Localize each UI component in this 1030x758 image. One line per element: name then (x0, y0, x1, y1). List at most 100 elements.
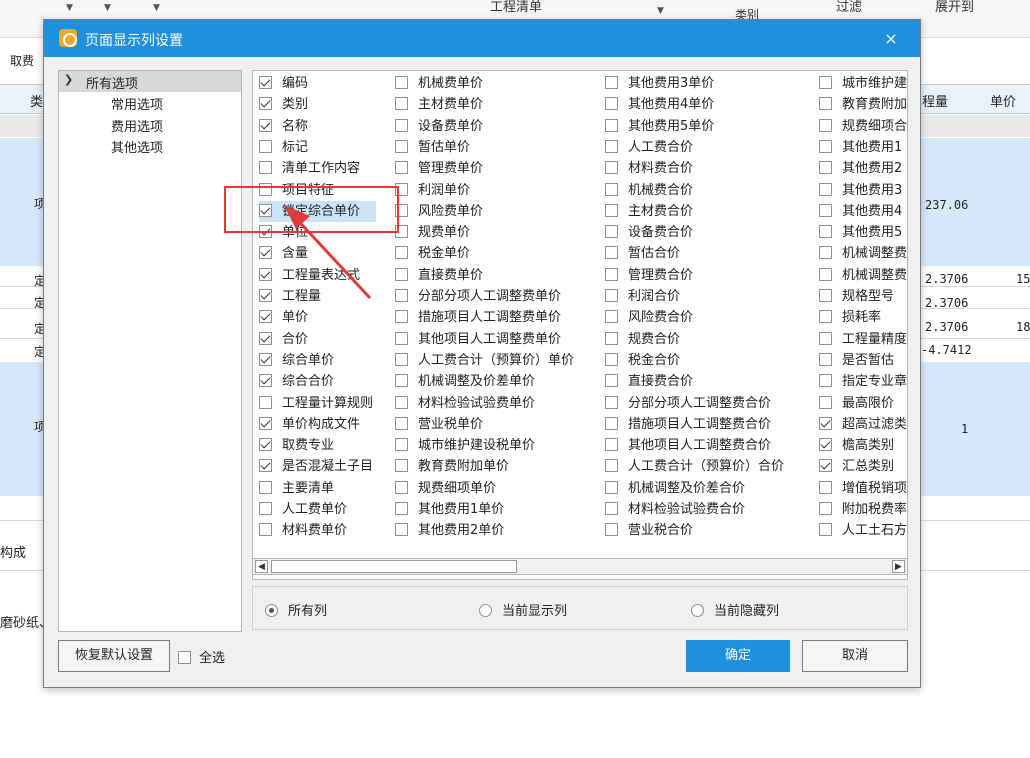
toolbar-item-filter[interactable]: 过滤 (836, 0, 862, 15)
dialog-titlebar[interactable]: 页面显示列设置 × (44, 20, 920, 57)
column-option[interactable]: 城市维护建 (819, 73, 907, 94)
column-option[interactable]: 利润单价 (395, 180, 470, 201)
column-option[interactable]: 超高过滤类 (819, 414, 907, 435)
column-option[interactable]: 人工费合计（预算价）合价 (605, 456, 784, 477)
column-option[interactable]: 分部分项人工调整费合价 (605, 393, 771, 414)
column-option[interactable]: 附加税费率 (819, 499, 907, 520)
column-option[interactable]: 其他费用2单价 (395, 520, 504, 541)
toolbar-item-bill[interactable]: 工程清单 (490, 0, 542, 15)
column-option[interactable]: 材料检验试验费单价 (395, 393, 535, 414)
tree-item-common[interactable]: 常用选项 (111, 94, 163, 113)
column-option[interactable]: 规费单价 (395, 222, 470, 243)
column-option[interactable]: 其他费用1 (819, 137, 902, 158)
column-option[interactable]: 教育费附加单价 (395, 456, 509, 477)
column-option[interactable]: 税金合价 (605, 350, 680, 371)
column-option[interactable]: 其他费用3单价 (605, 73, 714, 94)
tree-item-all[interactable]: ❯ 所有选项 (59, 71, 241, 92)
column-option[interactable]: 其他费用4单价 (605, 94, 714, 115)
column-option[interactable]: 机械费合价 (605, 180, 693, 201)
column-option[interactable]: 直接费合价 (605, 371, 693, 392)
dropdown-caret-icon[interactable]: ▼ (657, 6, 664, 16)
column-option[interactable]: 机械调整及价差单价 (395, 371, 535, 392)
column-option[interactable]: 工程量 (259, 286, 321, 307)
scroll-right-icon[interactable]: ▶ (892, 560, 905, 573)
column-option[interactable]: 材料费单价 (259, 520, 347, 541)
column-option[interactable]: 暂估单价 (395, 137, 470, 158)
column-option[interactable]: 风险费合价 (605, 307, 693, 328)
column-option[interactable]: 直接费单价 (395, 265, 483, 286)
column-option[interactable]: 材料检验试验费合价 (605, 499, 745, 520)
column-option[interactable]: 人工费单价 (259, 499, 347, 520)
column-option[interactable]: 工程量表达式 (259, 265, 360, 286)
column-option[interactable]: 措施项目人工调整费单价 (395, 307, 561, 328)
select-all-checkbox[interactable]: 全选 (178, 647, 225, 666)
column-option[interactable]: 管理费合价 (605, 265, 693, 286)
radio-all-columns[interactable]: 所有列 (265, 600, 327, 619)
column-option[interactable]: 管理费单价 (395, 158, 483, 179)
column-option[interactable]: 规格型号 (819, 286, 894, 307)
column-option[interactable]: 规费细项合 (819, 116, 907, 137)
column-option[interactable]: 利润合价 (605, 286, 680, 307)
ok-button[interactable]: 确定 (686, 640, 790, 672)
column-option[interactable]: 机械调整费 (819, 265, 907, 286)
column-option[interactable]: 主材费合价 (605, 201, 693, 222)
column-option[interactable]: 单价 (259, 307, 308, 328)
tree-item-fee[interactable]: 费用选项 (111, 116, 163, 135)
close-button[interactable]: × (876, 26, 906, 52)
column-option[interactable]: 城市维护建设税单价 (395, 435, 535, 456)
column-option[interactable]: 综合单价 (259, 350, 334, 371)
column-option[interactable]: 分部分项人工调整费单价 (395, 286, 561, 307)
scroll-left-icon[interactable]: ◀ (255, 560, 268, 573)
column-option[interactable]: 其他费用2 (819, 158, 902, 179)
dropdown-caret-icon[interactable]: ▼ (66, 3, 73, 13)
chevron-down-icon[interactable]: ❯ (64, 73, 73, 86)
column-option[interactable]: 工程量精度 (819, 329, 907, 350)
column-option[interactable]: 人工土石方 (819, 520, 907, 541)
column-option[interactable]: 税金单价 (395, 243, 470, 264)
column-option[interactable]: 主要清单 (259, 478, 334, 499)
column-option[interactable]: 损耗率 (819, 307, 881, 328)
column-option[interactable]: 其他费用3 (819, 180, 902, 201)
column-option[interactable]: 营业税单价 (395, 414, 483, 435)
column-option[interactable]: 其他费用5单价 (605, 116, 714, 137)
column-option[interactable]: 其他项目人工调整费合价 (605, 435, 771, 456)
column-option[interactable]: 规费细项单价 (395, 478, 496, 499)
toolbar-item-expand[interactable]: 展开到 (935, 0, 974, 15)
radio-visible-columns[interactable]: 当前显示列 (479, 600, 567, 619)
column-option[interactable]: 单位 (259, 222, 308, 243)
horizontal-scrollbar[interactable]: ◀ ▶ (252, 558, 908, 575)
column-option[interactable]: 是否混凝土子目 (259, 456, 373, 477)
column-option[interactable]: 含量 (259, 243, 308, 264)
scroll-thumb[interactable] (271, 560, 517, 573)
column-option[interactable]: 汇总类别 (819, 456, 894, 477)
column-option[interactable]: 工程量计算规则 (259, 393, 373, 414)
dropdown-caret-icon[interactable]: ▼ (104, 3, 111, 13)
column-option[interactable]: 锁定综合单价 (259, 200, 377, 222)
column-option[interactable]: 设备费单价 (395, 116, 483, 137)
column-option[interactable]: 规费合价 (605, 329, 680, 350)
column-option[interactable]: 其他费用5 (819, 222, 902, 243)
column-option[interactable]: 人工费合价 (605, 137, 693, 158)
column-option[interactable]: 檐高类别 (819, 435, 894, 456)
column-option[interactable]: 指定专业章 (819, 371, 907, 392)
column-option[interactable]: 措施项目人工调整费合价 (605, 414, 771, 435)
column-option[interactable]: 最高限价 (819, 393, 894, 414)
column-option[interactable]: 风险费单价 (395, 201, 483, 222)
column-option[interactable]: 综合合价 (259, 371, 334, 392)
column-option[interactable]: 项目特征 (259, 180, 334, 201)
column-option[interactable]: 机械调整费 (819, 243, 907, 264)
column-option[interactable]: 教育费附加 (819, 94, 907, 115)
column-option[interactable]: 其他项目人工调整费单价 (395, 329, 561, 350)
restore-default-button[interactable]: 恢复默认设置 (58, 640, 170, 672)
column-option[interactable]: 主材费单价 (395, 94, 483, 115)
column-option[interactable]: 标记 (259, 137, 308, 158)
column-option[interactable]: 清单工作内容 (259, 158, 360, 179)
tree-item-other[interactable]: 其他选项 (111, 137, 163, 156)
column-option[interactable]: 编码 (259, 73, 308, 94)
column-option[interactable]: 增值税销项 (819, 478, 907, 499)
radio-hidden-columns[interactable]: 当前隐藏列 (691, 600, 779, 619)
column-option[interactable]: 是否暂估 (819, 350, 894, 371)
column-option[interactable]: 机械费单价 (395, 73, 483, 94)
column-option[interactable]: 类别 (259, 94, 308, 115)
column-option[interactable]: 取费专业 (259, 435, 334, 456)
